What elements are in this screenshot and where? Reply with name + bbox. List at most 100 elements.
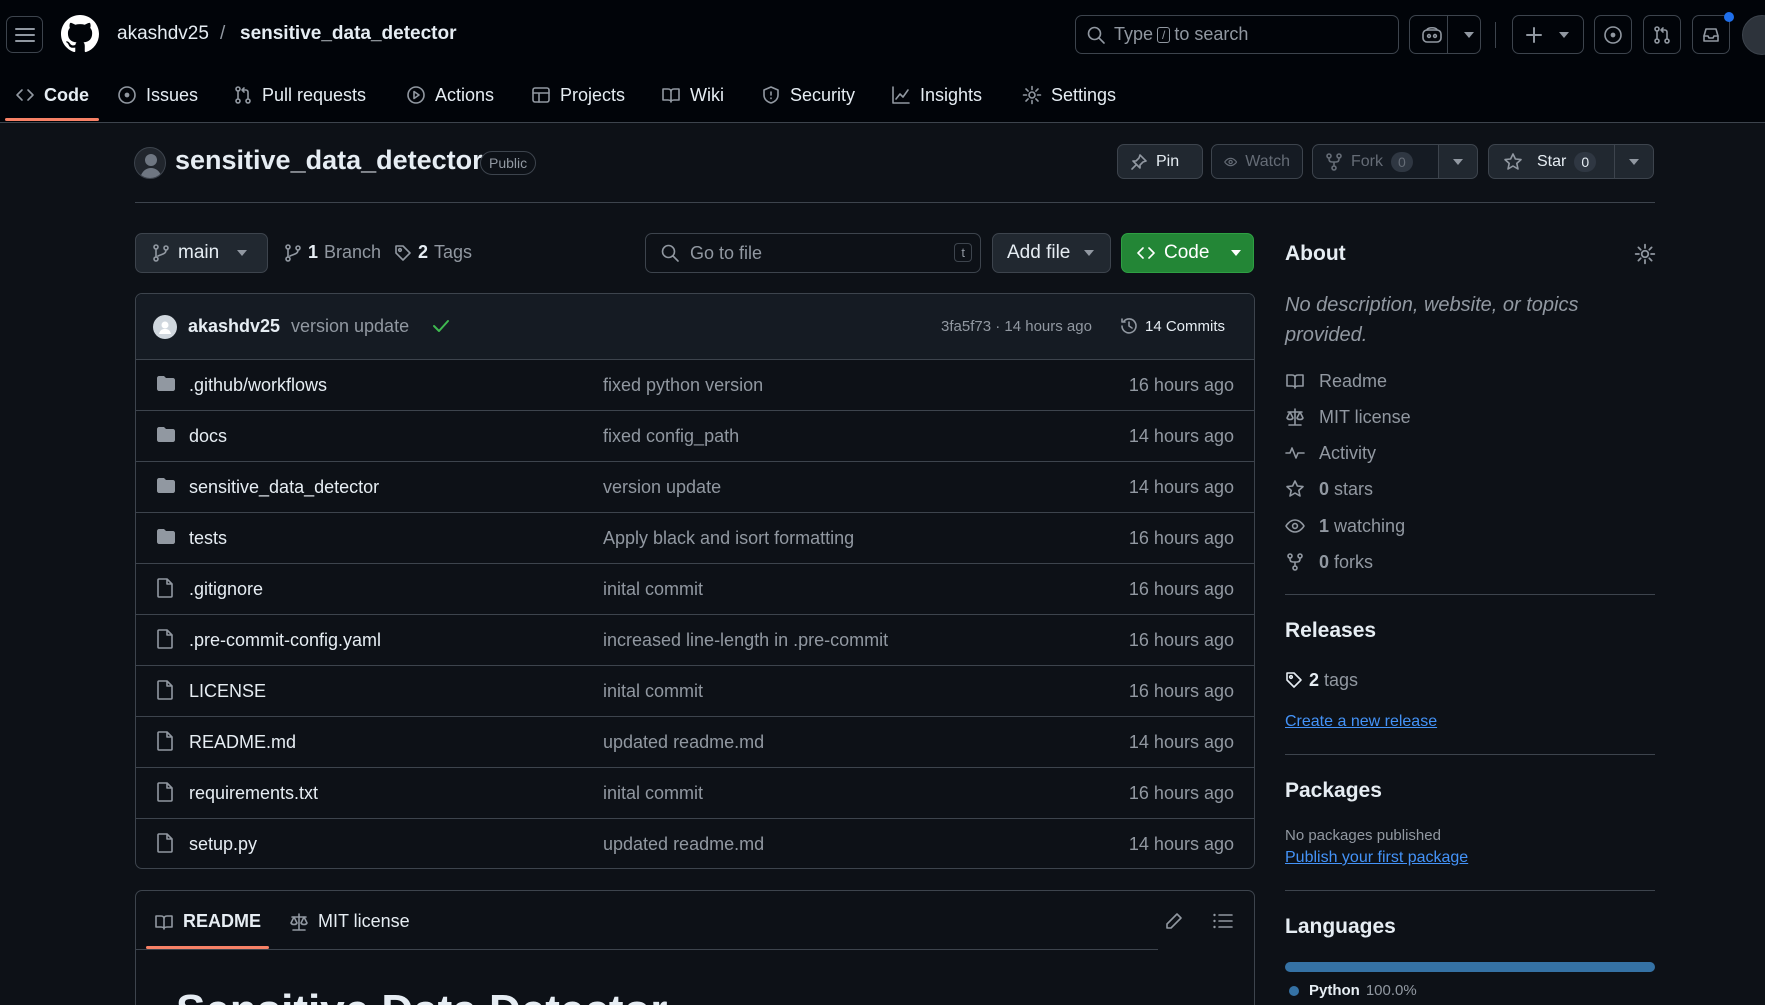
file-commit-message[interactable]: updated readme.md (603, 834, 764, 855)
fork-dropdown-button[interactable] (1438, 144, 1478, 179)
breadcrumb-owner[interactable]: akashdv25 (117, 23, 209, 45)
commit-message[interactable]: version update (291, 316, 409, 337)
breadcrumb-repo[interactable]: sensitive_data_detector (240, 23, 457, 45)
user-avatar[interactable] (1742, 15, 1765, 55)
languages-title: Languages (1285, 915, 1396, 938)
about-description: No description, website, or topics provi… (1285, 294, 1579, 346)
pencil-icon[interactable] (1164, 911, 1184, 931)
star-button[interactable]: Star 0 (1488, 144, 1615, 179)
tab-license[interactable]: MIT license (289, 911, 410, 932)
branch-selector[interactable]: main (135, 233, 268, 273)
file-commit-message[interactable]: increased line-length in .pre-commit (603, 630, 888, 651)
go-to-file-input[interactable]: Go to file t (645, 233, 981, 273)
license-link[interactable]: MIT license (1285, 406, 1411, 428)
sidebar-divider (1285, 890, 1655, 891)
release-tags-link[interactable]: 2 tags (1285, 669, 1358, 691)
file-name-link[interactable]: LICENSE (189, 681, 266, 702)
tab-settings[interactable]: Settings (1022, 82, 1116, 108)
file-name-link[interactable]: docs (189, 426, 227, 447)
commit-sha-time[interactable]: 3fa5f73 · 14 hours ago (941, 318, 1092, 335)
chevron-down-icon (1464, 31, 1474, 38)
pull-requests-button[interactable] (1643, 15, 1681, 54)
packages-title[interactable]: Packages (1285, 779, 1382, 803)
tab-security[interactable]: Security (761, 82, 855, 108)
repo-forked-icon (1287, 553, 1303, 571)
add-file-button[interactable]: Add file (992, 233, 1111, 273)
file-name-link[interactable]: .gitignore (189, 579, 263, 600)
github-logo-icon[interactable] (61, 15, 99, 53)
file-commit-message[interactable]: inital commit (603, 783, 703, 804)
star-dropdown-button[interactable] (1614, 144, 1654, 179)
create-new-button[interactable] (1512, 15, 1584, 54)
file-commit-time: 16 hours ago (1128, 528, 1234, 548)
tab-projects[interactable]: Projects (531, 82, 625, 108)
issues-button[interactable] (1594, 15, 1632, 54)
table-row: tests Apply black and isort formatting 16 … (136, 513, 1254, 564)
watching-word: watching (1334, 515, 1406, 536)
git-pull-request-icon (235, 86, 251, 104)
menu-button[interactable] (6, 16, 43, 53)
repo-title[interactable]: sensitive_data_detector (175, 145, 483, 176)
branches-link[interactable]: 1 Branch (284, 242, 381, 263)
code-download-button[interactable]: Code (1121, 233, 1254, 273)
branch-word: Branch (324, 242, 382, 262)
tab-readme[interactable]: README (154, 911, 261, 932)
file-name-link[interactable]: README.md (189, 732, 296, 753)
header-divider (1495, 22, 1496, 48)
book-icon (1286, 374, 1304, 389)
language-name: Python (1309, 982, 1360, 999)
file-commit-message[interactable]: Apply black and isort formatting (603, 528, 854, 549)
commit-author[interactable]: akashdv25 (188, 316, 280, 337)
file-name-link[interactable]: tests (189, 528, 227, 549)
forks-link[interactable]: 0 forks (1285, 551, 1373, 573)
hamburger-icon (14, 27, 35, 42)
file-name-link[interactable]: requirements.txt (189, 783, 318, 804)
tab-insights[interactable]: Insights (891, 82, 982, 108)
create-release-link[interactable]: Create a new release (1285, 713, 1437, 731)
search-text-pre: Type (1114, 24, 1154, 44)
gear-icon[interactable] (1634, 243, 1656, 265)
file-directory-icon (157, 529, 175, 544)
watch-button[interactable]: Watch (1211, 144, 1303, 179)
tab-label: Actions (435, 84, 495, 105)
readme-panel: README MIT license Sensitive Data Detect… (135, 890, 1255, 1005)
global-search-input[interactable]: Type / to search (1075, 15, 1399, 54)
tab-actions[interactable]: Actions (406, 82, 494, 108)
language-bar (1285, 962, 1655, 972)
file-commit-message[interactable]: inital commit (603, 681, 703, 702)
tab-pull-requests[interactable]: Pull requests (233, 82, 366, 108)
notifications-button[interactable] (1692, 15, 1730, 54)
stars-link[interactable]: 0 stars (1285, 478, 1373, 500)
check-icon[interactable] (432, 318, 450, 334)
star-icon (1504, 152, 1522, 170)
file-name-link[interactable]: setup.py (189, 834, 257, 855)
language-item-python[interactable]: Python 100.0% (1289, 982, 1417, 999)
releases-title[interactable]: Releases (1285, 619, 1376, 643)
file-commit-message[interactable]: version update (603, 477, 721, 498)
file-name-link[interactable]: .github/workflows (189, 375, 327, 396)
commits-link[interactable]: 14 Commits (1119, 316, 1225, 336)
pin-button[interactable]: Pin (1117, 144, 1203, 179)
commit-author-avatar[interactable] (153, 315, 177, 339)
tags-link[interactable]: 2 Tags (394, 242, 472, 263)
file-commit-message[interactable]: fixed python version (603, 375, 763, 396)
file-name-link[interactable]: sensitive_data_detector (189, 477, 379, 498)
file-commit-message[interactable]: updated readme.md (603, 732, 764, 753)
activity-link-label: Activity (1319, 442, 1377, 463)
tab-wiki[interactable]: Wiki (661, 82, 724, 108)
copilot-button[interactable] (1409, 15, 1481, 54)
file-commit-message[interactable]: fixed config_path (603, 426, 739, 447)
tab-issues[interactable]: Issues (117, 82, 198, 108)
file-commit-message[interactable]: inital commit (603, 579, 703, 600)
publish-package-link[interactable]: Publish your first package (1285, 849, 1468, 867)
tab-label: Wiki (690, 84, 724, 105)
fork-button[interactable]: Fork 0 (1312, 144, 1439, 179)
activity-link[interactable]: Activity (1285, 442, 1376, 464)
sidebar-divider (1285, 594, 1655, 595)
watchers-link[interactable]: 1 watching (1285, 515, 1405, 537)
repo-owner-avatar[interactable] (134, 147, 166, 179)
tab-code[interactable]: Code (15, 82, 89, 108)
list-unordered-icon[interactable] (1212, 911, 1234, 931)
file-name-link[interactable]: .pre-commit-config.yaml (189, 630, 381, 651)
readme-link[interactable]: Readme (1285, 370, 1387, 392)
